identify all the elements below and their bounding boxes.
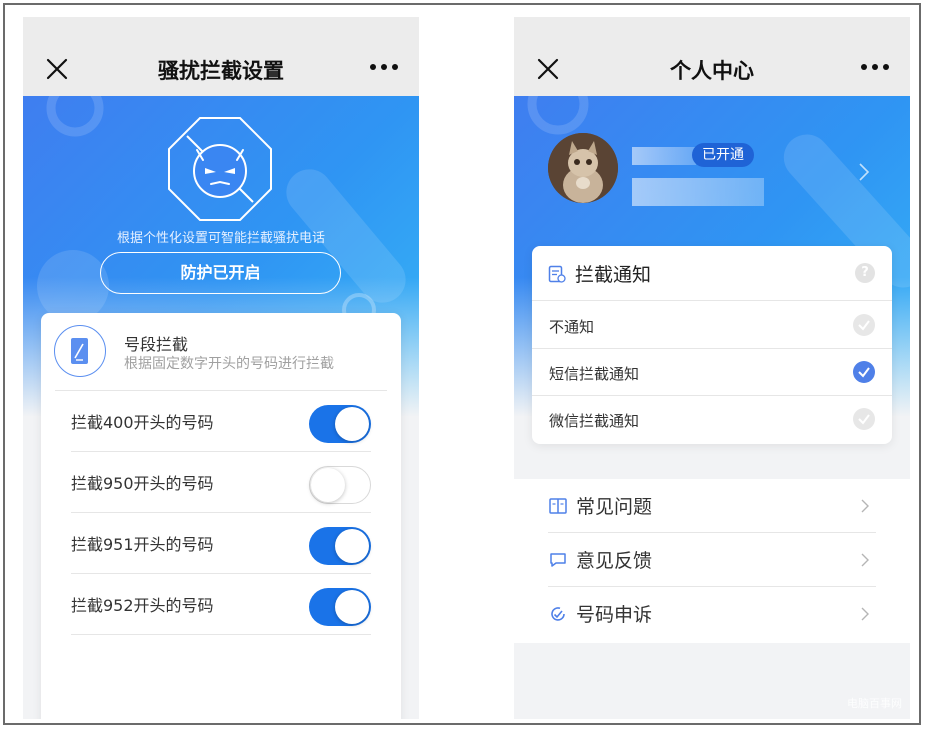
segment-row-950: 拦截950开头的号码 <box>71 452 371 513</box>
phone-number-blurred <box>632 178 764 206</box>
check-icon <box>853 408 875 430</box>
page-title: 骚扰拦截设置 <box>158 59 284 83</box>
username-blurred <box>632 147 696 165</box>
chat-bubble-icon <box>550 553 566 567</box>
menu-list: 常见问题 意见反馈 号码申诉 <box>514 479 910 643</box>
phone-personal-center: 个人中心 已开通 拦截通知 ? 不通知 短信拦截通知 微信拦截通知 常见问题 意… <box>514 17 910 719</box>
menu-item-label: 意见反馈 <box>576 550 653 572</box>
toggle-950[interactable] <box>309 466 371 504</box>
segment-row-label: 拦截951开头的号码 <box>71 535 214 554</box>
chevron-right-icon <box>859 163 870 181</box>
segment-title: 号段拦截 <box>124 335 189 354</box>
toggle-952[interactable] <box>309 588 371 626</box>
book-icon <box>549 498 567 514</box>
notice-header: 拦截通知 ? <box>532 246 892 301</box>
menu-item-faq[interactable]: 常见问题 <box>548 479 876 533</box>
avatar[interactable] <box>548 133 618 203</box>
segment-row-400: 拦截400开头的号码 <box>71 391 371 452</box>
segment-row-label: 拦截952开头的号码 <box>71 596 214 615</box>
chevron-right-icon <box>861 607 869 621</box>
segment-subtitle: 根据固定数字开头的号码进行拦截 <box>124 356 334 372</box>
notice-option-label: 短信拦截通知 <box>549 365 640 383</box>
notice-option-label: 不通知 <box>549 318 595 336</box>
menu-item-feedback[interactable]: 意见反馈 <box>548 533 876 587</box>
appeal-icon <box>551 607 565 621</box>
notice-option-none[interactable]: 不通知 <box>532 302 892 349</box>
phone-harassment-settings: 骚扰拦截设置 根据个性化设置可智能拦截骚扰电话 防护已开启 号段拦截 根据固定数… <box>23 17 419 719</box>
toggle-knob <box>335 529 369 563</box>
toggle-400[interactable] <box>309 405 371 443</box>
shield-block-icon <box>168 117 272 221</box>
subscription-badge: 已开通 <box>692 143 754 167</box>
segment-row-952: 拦截952开头的号码 <box>71 574 371 635</box>
segment-row-951: 拦截951开头的号码 <box>71 513 371 574</box>
menu-item-label: 号码申诉 <box>576 604 653 626</box>
check-icon <box>853 314 875 336</box>
intercept-notice-card: 拦截通知 ? 不通知 短信拦截通知 微信拦截通知 <box>532 246 892 444</box>
toggle-knob <box>335 590 369 624</box>
title-bar: 骚扰拦截设置 <box>23 17 419 96</box>
chevron-right-icon <box>861 499 869 513</box>
notice-list-icon <box>548 265 566 283</box>
more-icon[interactable] <box>860 55 890 79</box>
screenshot-frame: 骚扰拦截设置 根据个性化设置可智能拦截骚扰电话 防护已开启 号段拦截 根据固定数… <box>3 3 921 725</box>
check-icon <box>853 361 875 383</box>
toggle-knob <box>335 407 369 441</box>
segment-row-label: 拦截400开头的号码 <box>71 413 214 432</box>
toggle-951[interactable] <box>309 527 371 565</box>
more-icon[interactable] <box>369 55 399 79</box>
menu-item-label: 常见问题 <box>576 496 653 518</box>
segment-row-label: 拦截950开头的号码 <box>71 474 214 493</box>
notice-title: 拦截通知 <box>575 264 652 286</box>
page-title: 个人中心 <box>670 59 754 83</box>
help-icon[interactable]: ? <box>855 263 875 283</box>
watermark: 电脑百事网 <box>847 697 902 710</box>
notice-option-sms[interactable]: 短信拦截通知 <box>532 349 892 396</box>
phone-segment-icon <box>54 325 106 377</box>
hero-caption: 根据个性化设置可智能拦截骚扰电话 <box>116 231 325 246</box>
notice-option-wechat[interactable]: 微信拦截通知 <box>532 396 892 443</box>
title-bar: 个人中心 <box>514 17 910 96</box>
menu-item-appeal[interactable]: 号码申诉 <box>548 587 876 641</box>
toggle-knob <box>311 468 345 502</box>
segment-block-card: 号段拦截 根据固定数字开头的号码进行拦截 拦截400开头的号码 拦截950开头的… <box>41 313 401 719</box>
chevron-right-icon <box>861 553 869 567</box>
notice-option-label: 微信拦截通知 <box>549 412 640 430</box>
